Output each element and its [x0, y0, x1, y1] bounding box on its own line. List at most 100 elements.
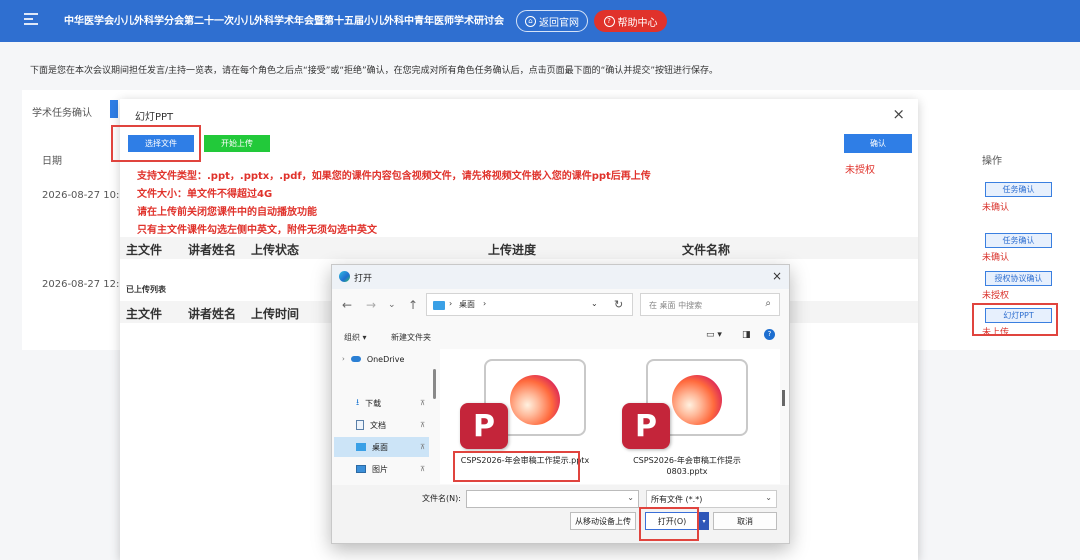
column-operation: 操作 [982, 156, 1002, 167]
forward-icon[interactable]: → [366, 298, 376, 312]
tip-file-types: 支持文件类型：.ppt，.pptx，.pdf，如果您的课件内容包含视频文件，请先… [137, 171, 651, 182]
search-icon: ⌕ [765, 298, 771, 309]
pin-icon[interactable]: ⊼ [420, 421, 425, 429]
sidebar-item-label: 图片 [372, 464, 388, 474]
powerpoint-icon: P [622, 403, 670, 449]
sidebar-item-pictures[interactable]: 图片 ⊼ [334, 459, 429, 479]
office-swirl-icon [672, 375, 722, 425]
start-upload-button[interactable]: 开始上传 [204, 135, 270, 152]
office-swirl-icon [510, 375, 560, 425]
organize-menu[interactable]: 组织 ▾ [344, 332, 367, 343]
edge-icon [339, 271, 350, 282]
open-options-icon[interactable]: ▾ [699, 512, 709, 530]
open-button-highlight [639, 507, 699, 541]
pin-icon[interactable]: ⊼ [420, 465, 425, 473]
instruction-text: 下面是您在本次会议期间担任发言/主持一览表，请在每个角色之后点“接受”或“拒绝”… [30, 66, 719, 76]
header-main-file: 主文件 [126, 243, 163, 257]
tip-file-size: 文件大小：单文件不得超过4G [137, 189, 273, 200]
header-speaker: 讲者姓名 [188, 243, 237, 257]
breadcrumb-desktop[interactable]: 桌面 [459, 299, 475, 310]
file-item[interactable]: P CSPS2026-年会审稿工作提示0803.pptx [622, 355, 752, 480]
sidebar-item-label: 桌面 [372, 442, 388, 452]
pin-icon[interactable]: ⊼ [420, 399, 425, 407]
search-placeholder: 在 桌面 中搜索 [649, 301, 703, 310]
row-date: 2026-08-27 12:00 [42, 279, 133, 290]
dialog-close-icon[interactable]: × [772, 269, 782, 283]
menu-icon[interactable] [24, 13, 38, 27]
sidebar-item-documents[interactable]: 文档 ⊼ [334, 415, 429, 435]
help-center-button[interactable]: ? 帮助中心 [594, 10, 667, 32]
file-name-highlight [453, 451, 580, 482]
sidebar-item-label: 文档 [370, 420, 386, 430]
close-icon[interactable]: × [892, 105, 905, 123]
address-bar[interactable]: › 桌面 › ⌄ [426, 293, 633, 316]
slides-button-highlight [972, 303, 1058, 336]
authorization-status: 未授权 [982, 291, 1010, 301]
home-icon: ⌂ [525, 15, 536, 27]
sidebar-item-onedrive[interactable]: › OneDrive [334, 349, 429, 369]
upload-table-header: 主文件 讲者姓名 上传状态 上传进度 文件名称 [120, 237, 918, 259]
confirm-button[interactable]: 确认 [844, 134, 912, 153]
pin-icon[interactable]: ⊼ [420, 443, 425, 451]
header-upload-status: 上传状态 [251, 243, 300, 257]
powerpoint-icon: P [460, 403, 508, 449]
tip-language: 只有主文件课件勾选左侧中英文，附件无须勾选中英文 [137, 225, 377, 236]
expand-icon[interactable]: › [342, 355, 345, 363]
header-upload-time: 上传时间 [251, 307, 300, 321]
header-upload-progress: 上传进度 [488, 243, 537, 257]
help-icon[interactable]: ? [764, 329, 775, 340]
recent-locations-icon[interactable]: ⌄ [388, 300, 396, 310]
authorization-status: 未授权 [845, 165, 875, 176]
upload-from-mobile-button[interactable]: 从移动设备上传 [570, 512, 636, 530]
file-type-select[interactable]: 所有文件 (*.*) ⌄ [646, 490, 777, 508]
task-confirm-button[interactable]: 任务确认 [985, 182, 1052, 197]
file-type-value: 所有文件 (*.*) [651, 495, 703, 504]
tab-marker [110, 100, 118, 118]
up-folder-icon[interactable]: ↑ [408, 298, 418, 312]
sidebar-item-desktop[interactable]: 桌面 ⊼ [334, 437, 429, 457]
task-status: 未确认 [982, 253, 1010, 263]
uploaded-list-label: 已上传列表 [126, 285, 166, 294]
download-icon: ⭳ [356, 398, 360, 408]
cancel-button[interactable]: 取消 [713, 512, 777, 530]
modal-title: 幻灯PPT [135, 112, 174, 123]
header-main-file: 主文件 [126, 307, 163, 321]
sidebar-item-label: OneDrive [366, 354, 405, 364]
breadcrumb-separator: › [483, 299, 487, 308]
sidebar-scrollbar[interactable] [433, 369, 436, 399]
authorization-confirm-button[interactable]: 授权协议确认 [985, 271, 1052, 286]
sidebar-item-label: 下载 [365, 398, 382, 408]
new-folder-button[interactable]: 新建文件夹 [391, 332, 431, 343]
site-title: 中华医学会小儿外科学分会第二十一次小儿外科学术年会暨第十五届小儿外科中青年医师学… [64, 16, 504, 27]
address-dropdown-icon[interactable]: ⌄ [591, 299, 598, 308]
back-icon[interactable]: ← [342, 298, 352, 312]
filename-input[interactable]: ⌄ [466, 490, 639, 508]
task-confirm-button[interactable]: 任务确认 [985, 233, 1052, 248]
filename-label: 文件名(N): [422, 494, 461, 503]
row-date: 2026-08-27 10:00 [42, 190, 133, 201]
task-status: 未确认 [982, 203, 1010, 213]
preview-pane-icon[interactable]: ◨ [742, 330, 751, 340]
column-date: 日期 [42, 156, 62, 167]
tab-academic-tasks[interactable]: 学术任务确认 [32, 104, 92, 119]
search-input[interactable]: 在 桌面 中搜索 ⌕ [640, 293, 780, 316]
refresh-icon[interactable]: ↻ [614, 298, 623, 311]
chevron-down-icon: ⌄ [765, 493, 772, 502]
header-speaker: 讲者姓名 [188, 307, 237, 321]
header-file-name: 文件名称 [682, 243, 731, 257]
dialog-titlebar: 打开 × [332, 265, 789, 289]
document-icon [356, 420, 364, 430]
tip-autoplay: 请在上传前关闭您课件中的自动播放功能 [137, 207, 317, 218]
sidebar-item-downloads[interactable]: ⭳ 下载 ⊼ [334, 393, 429, 413]
folder-icon [433, 301, 445, 310]
file-name: CSPS2026-年会审稿工作提示0803.pptx [633, 456, 741, 476]
help-button-label: 帮助中心 [617, 17, 658, 29]
file-open-dialog: 打开 × ← → ⌄ ↑ › 桌面 › ⌄ ↻ 在 桌面 中搜索 ⌕ 组织 ▾ … [331, 264, 790, 544]
home-button[interactable]: ⌂ 返回官网 [516, 10, 588, 32]
question-icon: ? [603, 15, 615, 27]
content-scrollbar[interactable] [782, 390, 785, 406]
picture-icon [356, 465, 366, 473]
breadcrumb-separator: › [449, 299, 453, 308]
chevron-down-icon[interactable]: ⌄ [627, 493, 634, 502]
view-options-icon[interactable]: ▭ ▾ [706, 330, 722, 340]
